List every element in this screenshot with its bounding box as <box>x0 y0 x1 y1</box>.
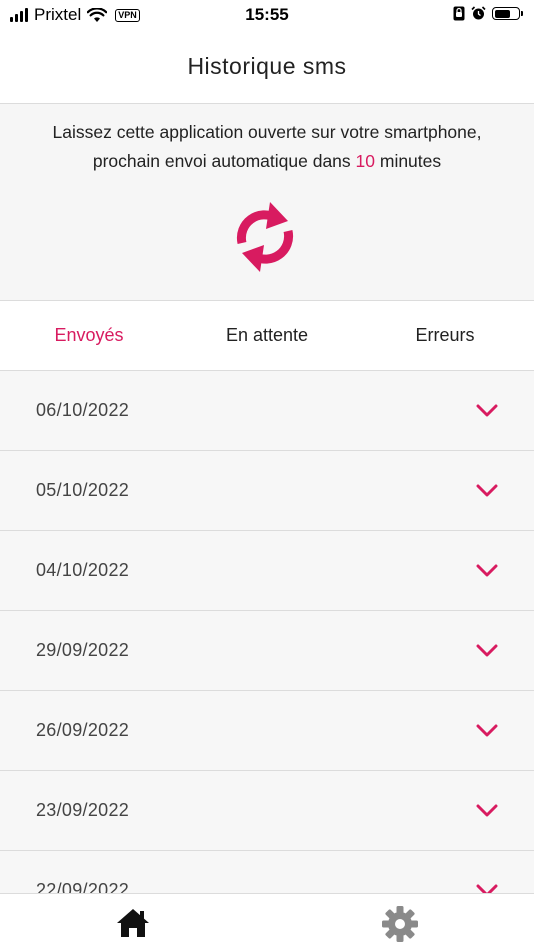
chevron-down-icon[interactable] <box>476 804 498 818</box>
tab-pending[interactable]: En attente <box>178 301 356 370</box>
history-row[interactable]: 06/10/2022 <box>0 371 534 451</box>
history-date: 23/09/2022 <box>36 800 130 820</box>
info-message: Laissez cette application ouverte sur vo… <box>0 118 534 176</box>
history-row[interactable]: 04/10/2022 <box>0 531 534 611</box>
history-row[interactable]: 05/10/2022 <box>0 451 534 531</box>
history-date: 06/10/2022 <box>36 400 130 420</box>
minutes-count: 10 <box>355 151 375 171</box>
chevron-down-icon[interactable] <box>476 884 498 894</box>
portrait-lock-icon <box>453 6 465 21</box>
history-date: 22/09/2022 <box>36 880 130 893</box>
nav-home[interactable] <box>114 905 152 941</box>
battery-icon <box>492 7 523 20</box>
chevron-down-icon[interactable] <box>476 644 498 658</box>
status-right <box>453 6 523 21</box>
history-row[interactable]: 26/09/2022 <box>0 691 534 771</box>
history-date: 04/10/2022 <box>36 560 130 580</box>
history-list: 06/10/2022 05/10/2022 04/10/2022 29/09/2… <box>0 371 534 893</box>
status-bar: Prixtel VPN 15:55 <box>0 0 534 30</box>
bottom-nav <box>0 893 534 951</box>
page-title: Historique sms <box>187 53 347 79</box>
nav-settings[interactable] <box>380 904 420 944</box>
refresh-icon[interactable] <box>230 197 300 277</box>
page-header: Historique sms <box>0 30 534 104</box>
history-row[interactable]: 29/09/2022 <box>0 611 534 691</box>
info-panel: Laissez cette application ouverte sur vo… <box>0 104 534 301</box>
home-icon[interactable] <box>115 907 151 939</box>
chevron-down-icon[interactable] <box>476 564 498 578</box>
info-line-1: Laissez cette application ouverte sur vo… <box>52 122 482 142</box>
tab-bar: Envoyés En attente Erreurs <box>0 301 534 371</box>
history-row[interactable]: 22/09/2022 <box>0 851 534 893</box>
tab-errors[interactable]: Erreurs <box>356 301 534 370</box>
tab-sent[interactable]: Envoyés <box>0 301 178 370</box>
alarm-icon <box>471 6 486 20</box>
gear-icon[interactable] <box>381 905 419 943</box>
history-date: 26/09/2022 <box>36 720 130 740</box>
history-row[interactable]: 23/09/2022 <box>0 771 534 851</box>
chevron-down-icon[interactable] <box>476 484 498 498</box>
history-date: 05/10/2022 <box>36 480 130 500</box>
chevron-down-icon[interactable] <box>476 724 498 738</box>
chevron-down-icon[interactable] <box>476 404 498 418</box>
info-line-2: prochain envoi automatique dans 10 minut… <box>92 151 442 171</box>
history-date: 29/09/2022 <box>36 640 130 660</box>
